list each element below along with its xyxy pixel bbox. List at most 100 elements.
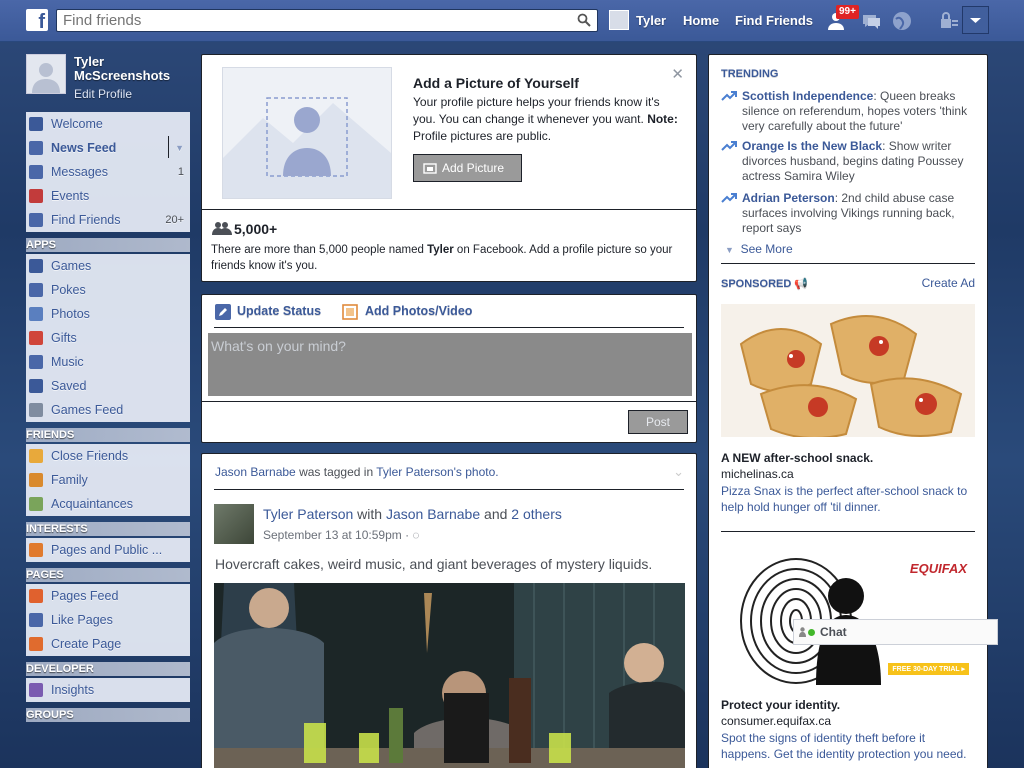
create-ad-link[interactable]: Create Ad [922,276,975,290]
facebook-logo-icon[interactable]: f [26,9,48,31]
prompt-title: Add a Picture of Yourself [413,75,579,91]
trending-topic[interactable]: Scottish Independence [742,89,873,103]
sidebar-item-acquaintances[interactable]: Acquaintances [26,492,190,516]
ad-domain[interactable]: consumer.equifax.ca [721,714,831,728]
sidebar-item-pokes[interactable]: Pokes [26,278,190,302]
party-photo [214,583,685,768]
sponsored-label: SPONSORED [721,278,792,290]
sidebar-item-games-feed[interactable]: Games Feed [26,398,190,422]
right-column: TRENDING Scottish Independence: Queen br… [708,54,988,768]
with-link[interactable]: Jason Barnabe [386,506,480,522]
sidebar-item-gifts[interactable]: Gifts [26,326,190,350]
globe-icon[interactable] [891,10,913,32]
sidebar-item-label: Games [51,259,92,273]
feed-story: Jason Barnabe was tagged in Tyler Paters… [201,453,697,768]
search-box[interactable] [56,9,598,32]
messages-icon [29,165,43,179]
status-input[interactable]: What's on your mind? [208,333,692,396]
ad-description[interactable]: Pizza Snax is the perfect after-school s… [721,483,976,515]
ad-domain[interactable]: michelinas.ca [721,467,794,481]
sidebar-item-insights[interactable]: Insights [26,678,190,702]
ad-image-snack[interactable] [721,304,975,437]
messages-icon[interactable] [860,10,882,32]
search-input[interactable] [57,10,557,31]
edit-profile-link[interactable]: Edit Profile [74,87,132,101]
sidebar-item-close-friends[interactable]: Close Friends [26,444,190,468]
sidebar-item-label: Find Friends [51,213,121,227]
add-photos-tab[interactable]: Add Photos/Video [365,304,472,318]
post-button[interactable]: Post [628,410,688,434]
default-avatar-icon [32,63,60,93]
owner-photo-link[interactable]: Tyler Paterson's photo. [376,465,498,479]
silhouette-icon [223,68,391,198]
home-link[interactable]: Home [683,13,719,28]
sidebar-item-like-pages[interactable]: Like Pages [26,608,190,632]
sidebar-item-find-friends[interactable]: Find Friends 20+ [26,208,190,232]
trending-item[interactable]: Scottish Independence: Queen breaks sile… [721,89,976,134]
close-icon[interactable]: ✕ [671,65,684,83]
trending-topic[interactable]: Orange Is the New Black [742,139,882,153]
star-icon [29,449,43,463]
sidebar-item-saved[interactable]: Saved [26,374,190,398]
info-name: Tyler [427,244,454,256]
divider [721,263,975,264]
see-more-link[interactable]: ▼ See More [725,242,793,256]
ad-title[interactable]: Protect your identity. [721,698,840,712]
author-avatar[interactable] [214,504,254,544]
sidebar-item-music[interactable]: Music [26,350,190,374]
trending-arrow-icon [721,193,737,203]
ad-image-equifax[interactable]: EQUIFAX FREE 30-DAY TRIAL ▸ [721,551,975,685]
trending-heading: TRENDING [721,68,779,80]
interests-nav: Pages and Public ... [26,538,190,562]
sidebar-item-label: Events [51,189,90,203]
friends-nav: Close Friends Family Acquaintances [26,444,190,516]
user-icon [799,627,806,637]
pokes-icon [29,283,43,297]
pizza-snax-image [721,304,975,437]
ad-description[interactable]: Spot the signs of identity theft before … [721,730,976,762]
chevron-down-icon[interactable]: ⌄ [673,464,684,480]
rss-icon [29,543,43,557]
see-more-label: See More [740,242,793,256]
account-menu-button[interactable] [962,6,989,34]
tag-middle: was tagged in [295,465,377,479]
privacy-shortcuts-icon[interactable] [938,10,960,32]
profile-picture[interactable] [26,54,66,94]
chevron-down-icon[interactable]: ▼ [168,136,184,158]
others-link[interactable]: 2 others [511,506,562,522]
search-icon[interactable] [577,13,591,27]
sidebar-item-pages-feed[interactable]: Pages Feed [26,584,190,608]
sidebar-item-photos[interactable]: Photos [26,302,190,326]
sidebar-item-games[interactable]: Games [26,254,190,278]
trending-item[interactable]: Orange Is the New Black: Show writer div… [721,139,976,184]
profile-name[interactable]: Tyler McScreenshots [74,55,194,83]
sidebar-item-events[interactable]: Events [26,184,190,208]
sidebar-item-welcome[interactable]: Welcome [26,112,190,136]
sidebar-item-pages-and-public[interactable]: Pages and Public ... [26,538,190,562]
sidebar-item-create-page[interactable]: Create Page [26,632,190,656]
trending-item[interactable]: Adrian Peterson: 2nd child abuse case su… [721,191,976,236]
sidebar-item-messages[interactable]: Messages 1 [26,160,190,184]
megaphone-icon: 📢 [794,278,809,290]
update-status-tab[interactable]: Update Status [237,304,321,318]
globe-icon: ◌ [412,528,420,542]
chevron-down-icon: ▼ [725,245,734,255]
sidebar-item-label: Pokes [51,283,86,297]
ad-title[interactable]: A NEW after-school snack. [721,451,873,465]
sidebar-item-news-feed[interactable]: News Feed ▼ [26,136,190,160]
trending-arrow-icon [721,91,737,101]
profile-link[interactable]: Tyler [636,13,666,28]
author-link[interactable]: Tyler Paterson [263,506,353,522]
chat-bar[interactable]: Chat [793,619,998,645]
add-picture-button[interactable]: Add Picture [413,154,522,182]
sidebar-item-family[interactable]: Family [26,468,190,492]
story-photo[interactable] [214,583,685,768]
with-word: with [353,506,386,522]
tagger-link[interactable]: Jason Barnabe [215,465,296,479]
add-picture-label: Add Picture [442,161,505,175]
trending-topic[interactable]: Adrian Peterson [742,191,835,205]
chat-label: Chat [820,625,847,639]
find-friends-link[interactable]: Find Friends [735,13,813,28]
story-timestamp[interactable]: September 13 at 10:59pm · ◌ [263,528,420,542]
user-avatar[interactable] [609,10,629,30]
